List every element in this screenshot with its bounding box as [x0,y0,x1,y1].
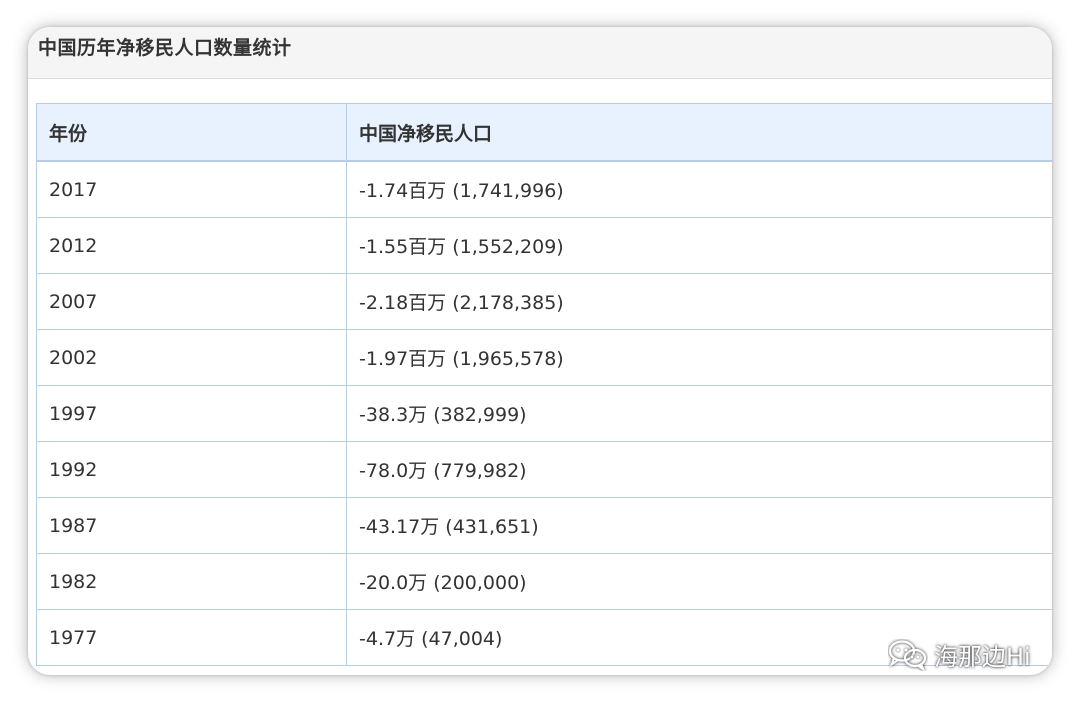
year-cell: 2012 [36,217,347,274]
value-cell: -43.17万 (431,651) [346,497,1052,554]
page-title: 中国历年净移民人口数量统计 [38,37,292,59]
watermark: 海那边Hi [888,637,1031,672]
year-cell: 1982 [36,553,347,610]
year-cell: 2007 [36,273,347,330]
table-row: 1982 -20.0万 (200,000) [36,553,1052,610]
value-cell: -1.74百万 (1,741,996) [346,160,1052,218]
title-bar: 中国历年净移民人口数量统计 [28,27,1052,79]
value-cell: -1.97百万 (1,965,578) [346,329,1052,386]
table-card: 中国历年净移民人口数量统计 年份 中国净移民人口 2017 -1.74百万 (1… [28,27,1052,675]
table-row: 2002 -1.97百万 (1,965,578) [36,329,1052,386]
value-cell: -20.0万 (200,000) [346,553,1052,610]
migration-table: 年份 中国净移民人口 2017 -1.74百万 (1,741,996) 2012… [36,103,1052,666]
year-cell: 1992 [36,441,347,498]
table-row: 1987 -43.17万 (431,651) [36,497,1052,554]
table-row: 2007 -2.18百万 (2,178,385) [36,273,1052,330]
value-cell: -2.18百万 (2,178,385) [346,273,1052,330]
table-row: 1997 -38.3万 (382,999) [36,385,1052,442]
value-cell: -38.3万 (382,999) [346,385,1052,442]
table-row: 1992 -78.0万 (779,982) [36,441,1052,498]
table-row: 2017 -1.74百万 (1,741,996) [36,160,1052,218]
table-header-row: 年份 中国净移民人口 [36,103,1052,162]
year-cell: 2002 [36,329,347,386]
table-row: 2012 -1.55百万 (1,552,209) [36,217,1052,274]
wechat-icon [888,639,928,671]
value-cell: -1.55百万 (1,552,209) [346,217,1052,274]
year-cell: 1977 [36,609,347,666]
value-cell: -78.0万 (779,982) [346,441,1052,498]
year-cell: 1987 [36,497,347,554]
column-header-year: 年份 [36,103,347,162]
year-cell: 2017 [36,160,347,218]
watermark-text: 海那边Hi [934,643,1031,671]
year-cell: 1997 [36,385,347,442]
column-header-net-migration: 中国净移民人口 [346,103,1052,162]
